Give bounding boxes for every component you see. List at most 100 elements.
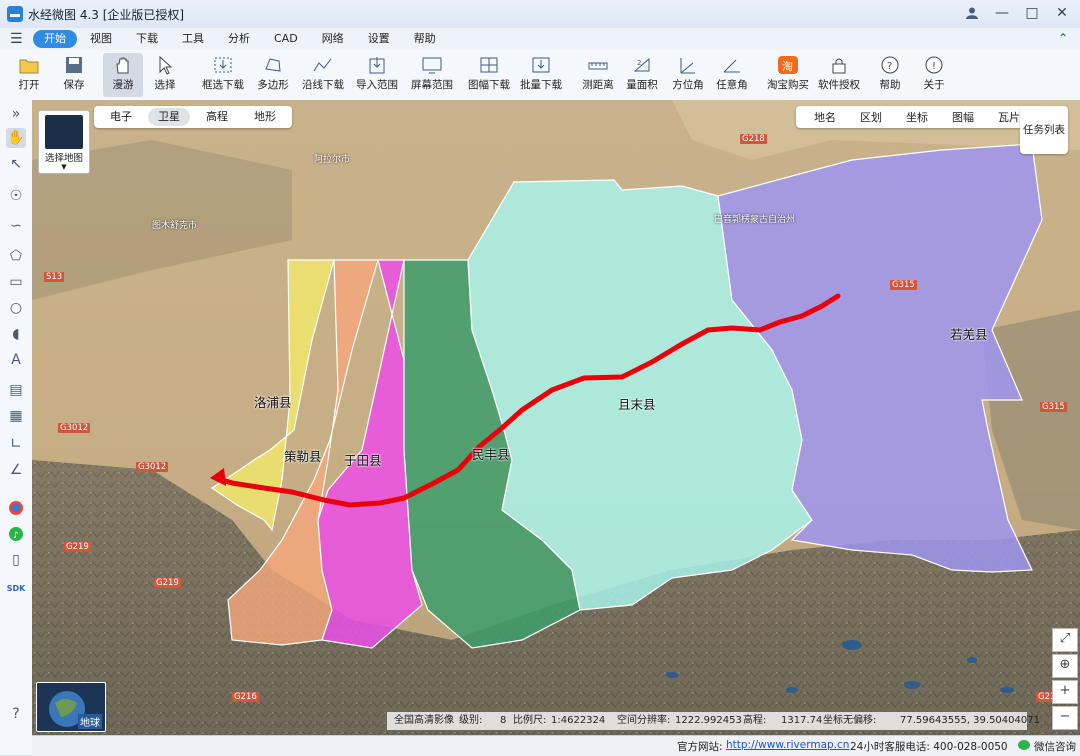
- toolbar-button[interactable]: 打开: [10, 53, 48, 97]
- angle-tool-icon[interactable]: ∠: [6, 460, 26, 480]
- wechat-icon[interactable]: [1018, 739, 1032, 754]
- folder-icon: [18, 55, 40, 75]
- area-icon: 2: [631, 55, 653, 75]
- hotline-text: 24小时客服电话: 400-028-0050: [850, 741, 1008, 753]
- toolbar-button[interactable]: 漫游: [103, 53, 143, 97]
- layer-tab[interactable]: 坐标: [894, 109, 940, 125]
- level-label: 级别:: [459, 715, 483, 726]
- expand-sidebar-icon[interactable]: »: [6, 104, 26, 124]
- toolbar-button-label: 软件授权: [818, 79, 860, 91]
- toolbar-button[interactable]: 屏幕范围: [408, 53, 456, 97]
- sdk-icon[interactable]: SDK: [6, 578, 26, 598]
- plugin-music-icon[interactable]: ♪: [6, 524, 26, 544]
- polyline-tool-icon[interactable]: ∽: [6, 216, 26, 236]
- zoom-out-button[interactable]: −: [1052, 706, 1078, 730]
- close-button[interactable]: ✕: [1050, 2, 1074, 24]
- menu-item[interactable]: 网络: [311, 30, 355, 48]
- toolbar-button-label: 漫游: [112, 79, 134, 91]
- menu-item[interactable]: 分析: [217, 30, 261, 48]
- map-type-tab[interactable]: 电子: [100, 108, 142, 126]
- text-tool-icon[interactable]: A: [6, 350, 26, 370]
- mobile-icon[interactable]: ▯: [6, 550, 26, 570]
- place-label: 阿拉尔市: [314, 155, 351, 165]
- measure-distance-icon[interactable]: ▤: [6, 380, 26, 400]
- toolbar-button[interactable]: 任意角: [712, 53, 752, 97]
- toolbar-button-label: 框选下载: [202, 79, 244, 91]
- toolbar-button[interactable]: 框选下载: [197, 53, 249, 97]
- rectangle-tool-icon[interactable]: ▭: [6, 272, 26, 292]
- map-type-tab[interactable]: 地形: [244, 108, 286, 126]
- pan-tool-icon[interactable]: ✋: [6, 128, 26, 148]
- map-svg: [32, 100, 1080, 735]
- toolbar-button[interactable]: 保存: [56, 53, 92, 97]
- hamburger-menu-icon[interactable]: ☰: [10, 31, 23, 47]
- toolbar-button[interactable]: 图幅下载: [462, 53, 516, 97]
- svg-text:?: ?: [887, 61, 892, 72]
- minimize-button[interactable]: —: [990, 2, 1014, 24]
- menu-item[interactable]: 工具: [171, 30, 215, 48]
- azimuth-tool-icon[interactable]: ∟: [6, 434, 26, 454]
- map-info-strip: 全国高清影像 级别: 8 比例尺: 1:4622324 空间分辨率: 1222.…: [387, 712, 1040, 730]
- layer-tab[interactable]: 图幅: [940, 109, 986, 125]
- circle-tool-icon[interactable]: ○: [6, 298, 26, 318]
- toolbar-button[interactable]: 淘淘宝购买: [762, 53, 814, 97]
- toolbar-button[interactable]: ! 关于: [916, 53, 952, 97]
- user-icon[interactable]: [960, 2, 984, 24]
- layer-tab[interactable]: 地名: [802, 109, 848, 125]
- map-type-tab[interactable]: 卫星: [148, 108, 190, 126]
- collapse-ribbon-icon[interactable]: ⌃: [1058, 31, 1068, 45]
- elevation-value: 1317.74: [781, 715, 823, 726]
- lock-icon: [828, 55, 850, 75]
- plugin-earth-icon[interactable]: [6, 498, 26, 518]
- marker-tool-icon[interactable]: ☉: [6, 186, 26, 206]
- resolution-label: 空间分辨率:: [617, 715, 671, 726]
- polygon-tool-icon[interactable]: ⬠: [6, 246, 26, 266]
- menu-item[interactable]: 设置: [357, 30, 401, 48]
- toolbar-button[interactable]: ? 帮助: [870, 53, 910, 97]
- wechat-consult-link[interactable]: 微信咨询: [1034, 739, 1076, 754]
- map-type-tab[interactable]: 高程: [196, 108, 238, 126]
- toolbar-button-label: 任意角: [716, 79, 748, 91]
- official-site-link[interactable]: http://www.rivermap.cn: [726, 739, 849, 751]
- toolbar-button[interactable]: 选择: [147, 53, 183, 97]
- toolbar-button[interactable]: 测距离: [576, 53, 620, 97]
- road-label: G315: [1040, 402, 1067, 412]
- locate-button[interactable]: ⊕: [1052, 654, 1078, 678]
- menu-item[interactable]: 开始: [33, 30, 77, 48]
- menu-item[interactable]: CAD: [263, 30, 309, 48]
- layer-tab[interactable]: 区划: [848, 109, 894, 125]
- toolbar-button[interactable]: 多边形: [253, 53, 293, 97]
- menu-item[interactable]: 帮助: [403, 30, 447, 48]
- toolbar-button[interactable]: 导入范围: [352, 53, 402, 97]
- toolbar-button[interactable]: 沿线下载: [298, 53, 348, 97]
- resolution-value: 1222.992453: [675, 715, 742, 726]
- zoom-in-button[interactable]: +: [1052, 680, 1078, 704]
- place-label: 巴音郭楞蒙古自治州: [714, 215, 796, 225]
- map-chooser-button[interactable]: 选择地图 ▼: [38, 110, 90, 174]
- select-tool-icon[interactable]: ↖: [6, 154, 26, 174]
- map-thumbnail-icon: [45, 115, 83, 149]
- ribbon-toolbar: 打开 保存 漫游 选择 框选下载 多边形 沿线下载 导入范围 屏幕范围 图幅下载 批量下载 测距离 2 量…: [0, 50, 1080, 101]
- menu-item[interactable]: 视图: [79, 30, 123, 48]
- site-label: 官方网站:: [677, 741, 723, 753]
- sector-tool-icon[interactable]: ◖: [6, 324, 26, 344]
- svg-text:淘: 淘: [782, 60, 793, 73]
- menu-item[interactable]: 下载: [125, 30, 169, 48]
- toolbar-button[interactable]: 方位角: [668, 53, 708, 97]
- left-tool-sidebar: » ✋ ↖ ☉ ∽ ⬠ ▭ ○ ◖ A ▤ ▦ ∟ ∠ ♪ ▯ SDK ?: [0, 100, 33, 755]
- fullscreen-button[interactable]: ⤢: [1052, 628, 1078, 652]
- task-list-button[interactable]: 任务列表: [1020, 106, 1068, 154]
- road-label: G3012: [58, 423, 91, 433]
- globe-label: 地球: [78, 714, 102, 729]
- chevron-down-icon: ▼: [61, 163, 67, 171]
- map-canvas[interactable]: 洛浦县 策勒县 于田县 民丰县 且末县 若羌县 G218 S13 G3012 G…: [32, 100, 1080, 735]
- measure-area-icon[interactable]: ▦: [6, 406, 26, 426]
- toolbar-button-label: 打开: [18, 79, 40, 91]
- help-circle-icon[interactable]: ?: [6, 704, 26, 724]
- maximize-button[interactable]: □: [1020, 2, 1044, 24]
- toolbar-button[interactable]: 批量下载: [516, 53, 566, 97]
- globe-button[interactable]: 地球: [36, 682, 106, 732]
- toolbar-button[interactable]: 软件授权: [816, 53, 862, 97]
- toolbar-button[interactable]: 2 量面积: [622, 53, 662, 97]
- road-label: G219: [64, 542, 91, 552]
